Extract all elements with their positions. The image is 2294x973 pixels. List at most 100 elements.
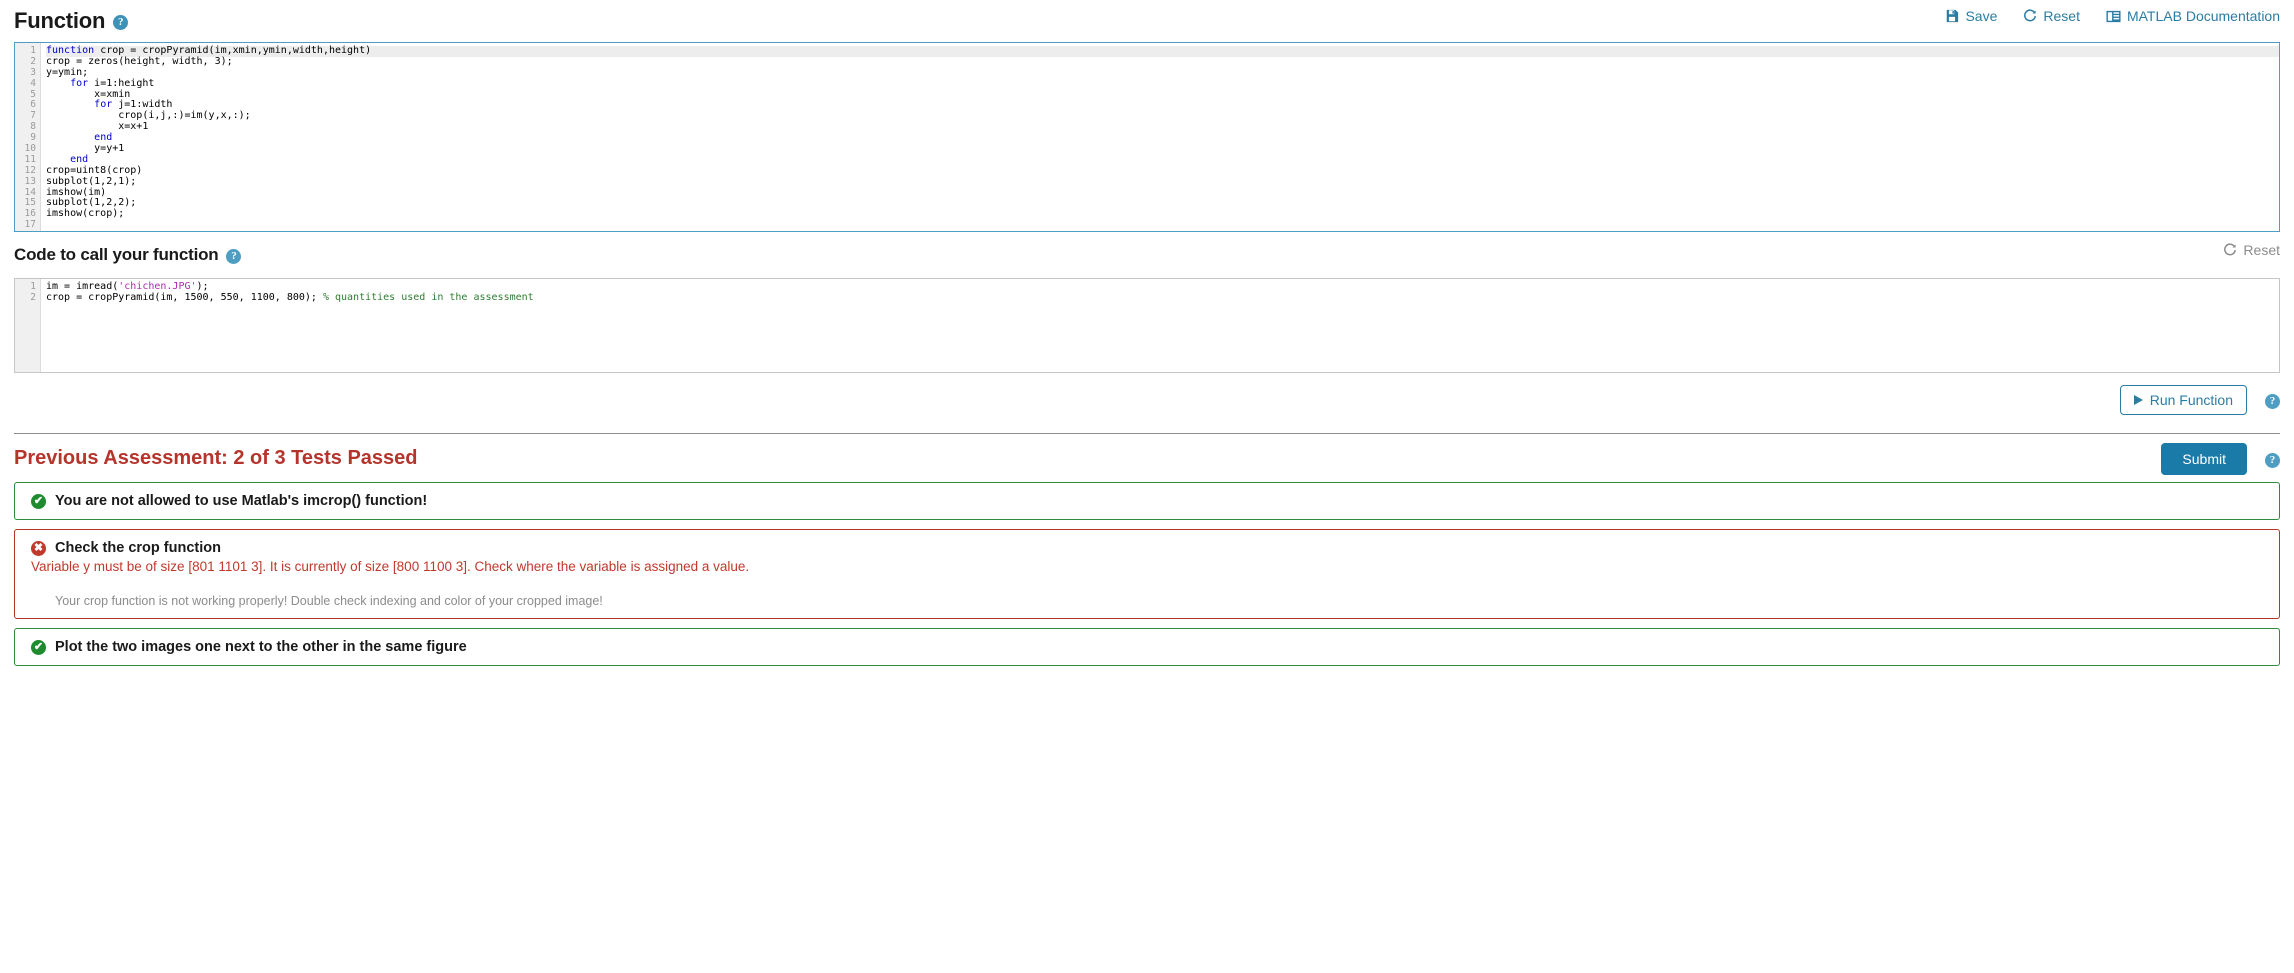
code-token: i=1:height [88, 77, 155, 89]
code-line[interactable]: for j=1:width [46, 100, 2279, 111]
code-line-blank[interactable] [46, 304, 2279, 315]
assessment-results-list: ✔ You are not allowed to use Matlab's imc… [14, 482, 2280, 666]
code-token: % quantities used in the assessment [322, 291, 534, 303]
result-subtext: Your crop function is not working proper… [55, 594, 603, 608]
help-circle-icon[interactable]: ? [113, 14, 129, 30]
function-code-editor[interactable]: 1 2 3 4 5 6 7 8 9 10 11 12 13 14 15 16 17 function crop … [14, 42, 2280, 232]
save-disk-icon [1945, 9, 1959, 23]
call-editor-code[interactable]: im = imread('chichen.JPG'); crop = cropPy… [41, 279, 2279, 372]
play-triangle-icon [2133, 395, 2143, 405]
code-line[interactable]: y=ymin; [46, 66, 2279, 79]
reset-function-button[interactable]: Reset [2023, 8, 2080, 24]
line-number: 1 [30, 45, 36, 56]
reset-call-code-label: Reset [2243, 242, 2280, 258]
line-number: 2 [30, 291, 36, 303]
reset-function-label: Reset [2043, 8, 2080, 24]
code-token: y=ymin; [46, 66, 89, 78]
line-number: 5 [30, 88, 36, 100]
assessment-result: ✖ Check the crop function Variable y must … [14, 529, 2280, 619]
call-section-header: Code to call your function ? Reset [14, 232, 2280, 278]
code-line-blank[interactable] [46, 336, 2279, 347]
line-number: 3 [30, 66, 36, 78]
error-circle-icon: ✖ [31, 541, 46, 556]
code-token: subplot(1,2,2); [46, 197, 137, 209]
line-number: 8 [30, 121, 36, 133]
code-token: crop=uint8(crop) [46, 164, 143, 176]
run-function-button[interactable]: Run Function [2119, 385, 2247, 415]
code-line-blank[interactable] [46, 326, 2279, 337]
help-circle-icon[interactable]: ? [226, 248, 242, 264]
line-number: 1 [30, 281, 36, 292]
code-line[interactable]: crop(i,j,:)=im(y,x,:); [46, 110, 2279, 122]
code-token: for [70, 77, 89, 89]
code-token: x=x+1 [46, 121, 149, 133]
line-number: 2 [30, 55, 36, 67]
function-toolbar: Save Reset MATLAB Documentation [1945, 8, 2280, 24]
save-button[interactable]: Save [1945, 8, 1997, 24]
code-token: crop(i,j,:)=im(y,x,:); [46, 110, 251, 122]
reset-call-code-button[interactable]: Reset [2223, 242, 2280, 258]
save-button-label: Save [1965, 8, 1998, 24]
code-line[interactable] [46, 220, 2279, 231]
run-function-label: Run Function [2149, 392, 2233, 408]
code-token: subplot(1,2,1); [46, 175, 137, 187]
run-bar: Run Function ? [14, 373, 2280, 433]
code-line[interactable]: end [46, 154, 2279, 166]
code-line[interactable]: end [46, 132, 2279, 144]
code-line[interactable]: x=xmin [46, 89, 2279, 101]
matlab-grader-page: Function ? Save Reset MATLAB Documentati… [0, 0, 2294, 973]
code-token: ); [196, 281, 209, 292]
code-line-blank[interactable] [46, 358, 2279, 369]
line-number: 17 [24, 219, 36, 231]
submit-button[interactable]: Submit [2161, 443, 2247, 475]
function-editor-code[interactable]: function crop = cropPyramid(im,xmin,ymin… [41, 43, 2279, 231]
line-number: 4 [30, 77, 36, 89]
help-circle-icon[interactable]: ? [2265, 452, 2280, 468]
code-line[interactable]: for i=1:height [46, 77, 2279, 90]
call-code-editor[interactable]: 12 im = imread('chichen.JPG'); crop = cro… [14, 278, 2280, 373]
code-token: im = imread( [46, 281, 119, 292]
code-line[interactable]: y=y+1 [46, 143, 2279, 155]
reset-refresh-icon [2023, 9, 2037, 23]
page-title: Function [14, 8, 106, 33]
call-section-title: Code to call your function [14, 245, 219, 264]
code-line[interactable]: subplot(1,2,1); [46, 175, 2279, 188]
code-line[interactable]: x=x+1 [46, 121, 2279, 133]
result-header: ✖ Check the crop function [15, 540, 2279, 556]
assessment-title: Previous Assessment: 2 of 3 Tests Passed [14, 446, 418, 469]
code-token: for [94, 99, 113, 111]
code-line-blank[interactable] [46, 347, 2279, 358]
matlab-documentation-button[interactable]: MATLAB Documentation [2106, 8, 2280, 24]
check-circle-icon: ✔ [31, 640, 46, 655]
submit-controls: Submit ? [2161, 443, 2280, 475]
code-line[interactable]: crop = zeros(height, width, 3); [46, 55, 2279, 68]
code-token: j=1:width [112, 99, 173, 111]
code-token: crop = cropPyramid(im,xmin,ymin,width,he… [94, 45, 372, 56]
code-line[interactable]: function crop = cropPyramid(im,xmin,ymin… [46, 45, 2279, 57]
code-line[interactable]: subplot(1,2,2); [46, 198, 2279, 209]
call-reset-container: Reset [2223, 242, 2280, 262]
line-number: 13 [24, 175, 36, 187]
code-token: imshow(crop); [46, 208, 125, 220]
result-header: ✔ Plot the two images one next to the oth… [15, 639, 2279, 655]
code-line[interactable]: imshow(crop); [46, 208, 2279, 220]
code-token: end [94, 132, 113, 144]
documentation-book-icon [2106, 10, 2121, 23]
assessment-result: ✔ Plot the two images one next to the oth… [14, 628, 2280, 666]
result-title: You are not allowed to use Matlab's imcr… [55, 493, 428, 509]
code-line[interactable]: imshow(im) [46, 186, 2279, 199]
call-editor-gutter: 12 [15, 279, 41, 372]
check-circle-icon: ✔ [31, 494, 46, 509]
line-number: 7 [30, 110, 36, 122]
result-title: Plot the two images one next to the othe… [55, 639, 467, 655]
code-token: imshow(im) [46, 186, 107, 198]
code-line[interactable]: crop=uint8(crop) [46, 164, 2279, 177]
code-token: crop = zeros(height, width, 3); [46, 55, 233, 67]
assessment-header: Previous Assessment: 2 of 3 Tests Passed… [14, 434, 2280, 482]
function-editor-gutter: 1 2 3 4 5 6 7 8 9 10 11 12 13 14 15 16 17 [15, 43, 41, 231]
code-line[interactable]: crop = cropPyramid(im, 1500, 550, 1100, … [46, 291, 2279, 304]
help-circle-icon[interactable]: ? [2265, 393, 2280, 409]
code-line-blank[interactable] [46, 315, 2279, 326]
